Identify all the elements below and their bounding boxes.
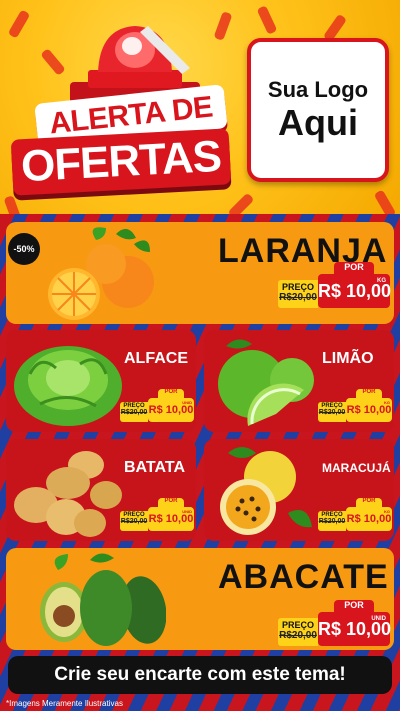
old-price: R$20,00 <box>318 409 346 416</box>
cta-text: Crie seu encarte com este tema! <box>54 664 346 685</box>
alert-badge: ALERTA DE OFERTAS <box>10 84 232 196</box>
new-price-box: POR R$ 10,00 UNID <box>148 389 194 422</box>
confetti <box>373 189 397 214</box>
product-name: BATATA <box>124 459 186 476</box>
flyer-page: ALERTA DE OFERTAS Sua Logo Aqui LARANJA … <box>0 0 400 711</box>
confetti <box>3 195 23 214</box>
price-unit: KG <box>377 278 386 284</box>
lime-image <box>218 339 314 426</box>
old-price: R$20,00 <box>120 409 148 416</box>
por-label: POR <box>356 389 382 398</box>
price-unit: KG <box>384 509 390 514</box>
price-tag: PREÇO R$20,00 POR R$ 10,00 KG <box>318 498 392 531</box>
price-unit: UNID <box>182 400 192 405</box>
alert-line-2: OFERTAS <box>10 128 232 196</box>
confetti <box>256 5 278 35</box>
confetti <box>227 192 255 214</box>
confetti <box>7 9 31 39</box>
price-unit: UNID <box>371 616 386 622</box>
lettuce-image <box>14 346 122 426</box>
price-tag: PREÇO R$20,00 POR R$ 10,00 KG <box>278 262 391 308</box>
product-name: LIMÃO <box>322 350 374 367</box>
discount-badge: -50% <box>8 233 40 265</box>
disclaimer-text: *Imagens Meramente Ilustrativas <box>6 699 123 708</box>
alert-line-2-text: OFERTAS <box>19 131 223 192</box>
old-price-box: PREÇO R$20,00 <box>120 402 148 422</box>
logo-line-2: Aqui <box>278 102 358 144</box>
passion-fruit-image <box>220 447 312 535</box>
orange-image <box>48 227 154 320</box>
confetti <box>40 48 66 76</box>
new-price-box: POR R$ 10,00 UNID <box>148 498 194 531</box>
product-card-laranja: LARANJA PREÇO R$20,00 POR R$ 10,00 KG <box>6 222 394 324</box>
potato-image <box>14 451 122 537</box>
old-price-box: PREÇO R$20,00 <box>318 511 346 531</box>
old-price-box: PREÇO R$20,00 <box>318 402 346 422</box>
old-price-box: PREÇO R$20,00 <box>278 618 318 646</box>
product-name: MARACUJÁ <box>322 461 391 475</box>
product-card-batata: BATATA PREÇO R$20,00 POR R$ 10,00 UNID <box>6 439 196 541</box>
por-label: POR <box>158 389 184 398</box>
old-price-box: PREÇO R$20,00 <box>120 511 148 531</box>
product-card-maracuja: MARACUJÁ PREÇO R$20,00 POR R$ 10,00 KG <box>204 439 394 541</box>
product-name: ABACATE <box>218 558 389 596</box>
confetti <box>213 11 233 41</box>
old-price: R$20,00 <box>279 292 317 303</box>
logo-line-1: Sua Logo <box>267 77 369 103</box>
new-price-box: POR R$ 10,00 KG <box>318 262 391 308</box>
preco-label: PREÇO <box>281 282 314 292</box>
price-tag: PREÇO R$20,00 POR R$ 10,00 UNID <box>120 389 194 422</box>
old-price: R$20,00 <box>279 630 317 641</box>
preco-label: PREÇO <box>281 620 314 630</box>
price-tag: PREÇO R$20,00 POR R$ 10,00 UNID <box>278 600 391 646</box>
old-price-box: PREÇO R$20,00 <box>278 280 318 308</box>
new-price-box: POR R$ 10,00 KG <box>346 389 392 422</box>
new-price-box: POR R$ 10,00 KG <box>346 498 392 531</box>
old-price: R$20,00 <box>318 518 346 525</box>
product-name: ALFACE <box>124 350 188 367</box>
price-unit: KG <box>384 400 390 405</box>
product-card-alface: ALFACE PREÇO R$20,00 POR R$ 10,00 UNID <box>6 330 196 432</box>
old-price: R$20,00 <box>120 518 148 525</box>
por-label: POR <box>158 498 184 507</box>
logo-placeholder: Sua Logo Aqui <box>247 38 389 182</box>
por-label: POR <box>334 262 374 274</box>
header: ALERTA DE OFERTAS Sua Logo Aqui <box>0 0 400 214</box>
price-unit: UNID <box>182 509 192 514</box>
product-card-limao: LIMÃO PREÇO R$20,00 POR R$ 10,00 KG <box>204 330 394 432</box>
price-tag: PREÇO R$20,00 POR R$ 10,00 KG <box>318 389 392 422</box>
avocado-image <box>40 553 166 646</box>
new-price-box: POR R$ 10,00 UNID <box>318 600 391 646</box>
por-label: POR <box>356 498 382 507</box>
cta-banner: Crie seu encarte com este tema! <box>8 656 392 694</box>
product-card-abacate: ABACATE PREÇO R$20,00 POR R$ 10,00 UNID <box>6 548 394 650</box>
price-tag: PREÇO R$20,00 POR R$ 10,00 UNID <box>120 498 194 531</box>
por-label: POR <box>334 600 374 612</box>
